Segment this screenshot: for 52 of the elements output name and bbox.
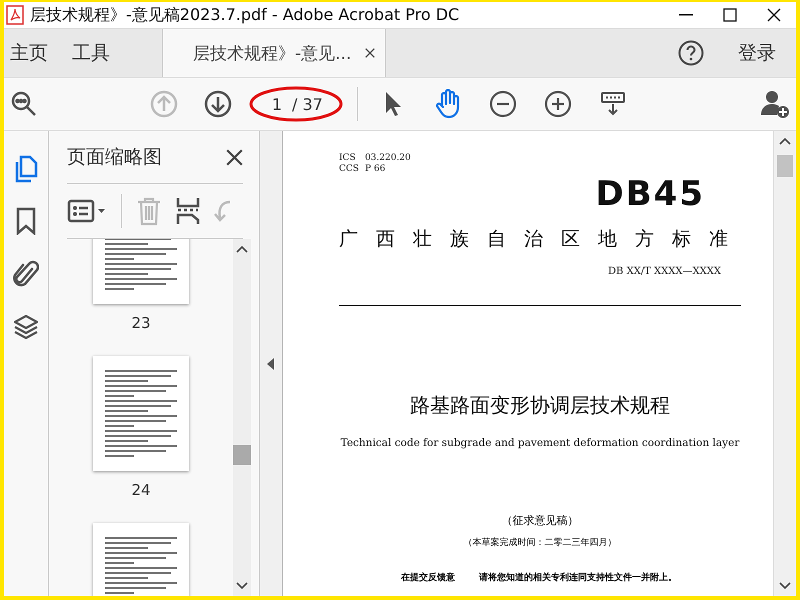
next-page-icon[interactable] <box>204 90 232 118</box>
ccs-code: P 66 <box>364 164 386 174</box>
scroll-down-icon[interactable] <box>236 582 248 590</box>
close-tab-icon[interactable] <box>365 48 376 58</box>
zoom-out-icon[interactable] <box>488 90 517 118</box>
scroll-up-icon[interactable] <box>779 137 791 145</box>
scroll-mode-icon[interactable] <box>598 90 627 118</box>
pages-icon[interactable] <box>13 155 39 183</box>
bookmark-icon[interactable] <box>15 207 37 235</box>
scroll-thumb[interactable] <box>777 155 793 177</box>
page-thumbnail[interactable] <box>93 356 189 471</box>
collapse-arrow-icon[interactable] <box>267 358 275 370</box>
note-text: 在提交反馈意 <box>401 571 455 584</box>
nav-tab[interactable]: 主页 <box>4 29 66 77</box>
draft-stage: （征求意见稿） <box>502 513 578 528</box>
page-number: 24 <box>131 481 151 499</box>
scroll-down-icon[interactable] <box>779 582 791 590</box>
draft-date: （本草案完成时间：二零二三年四月） <box>464 536 616 549</box>
standard-code: DB XX/T XXXX—XXXX <box>608 266 721 277</box>
ics-label: ICS <box>339 153 357 163</box>
nav-tab[interactable]: 工具 <box>66 29 128 77</box>
layers-icon[interactable] <box>12 313 40 341</box>
window-title: 层技术规程》-意见稿2023.7.pdf - Adobe Acrobat Pro DC <box>30 4 460 26</box>
issuer-heading: 广西壮族自治区地方标准 <box>339 227 741 252</box>
search-icon[interactable] <box>10 90 38 118</box>
page-number-field[interactable]: 1 <box>264 94 282 114</box>
help-icon[interactable] <box>678 40 704 66</box>
close-icon[interactable] <box>226 148 243 166</box>
options-icon[interactable] <box>67 198 107 224</box>
minimize-icon[interactable] <box>679 14 693 16</box>
hand-icon[interactable] <box>434 89 462 119</box>
panel-title: 页面缩略图 <box>67 145 162 170</box>
document-tab[interactable]: 层技术规程》-意见... <box>162 29 386 77</box>
scrollbar[interactable] <box>233 239 251 596</box>
page-number: 23 <box>131 314 151 332</box>
ccs-label: CCS <box>339 164 359 174</box>
standard-logo: DB45 <box>596 174 705 214</box>
add-user-icon[interactable] <box>760 89 790 119</box>
page-count: / 37 <box>292 94 323 114</box>
zoom-in-icon[interactable] <box>544 90 572 118</box>
sign-in-button[interactable]: 登录 <box>732 39 782 67</box>
document-title: 路基路面变形协调层技术规程 <box>410 392 670 419</box>
ics-code: 03.220.20 <box>364 153 411 163</box>
maximize-icon[interactable] <box>723 8 737 22</box>
extract-pages-icon[interactable] <box>176 196 200 226</box>
close-icon[interactable] <box>767 8 781 22</box>
paperclip-icon[interactable] <box>13 259 39 289</box>
english-title: Technical code for subgrade and pavement deformation coordination layer <box>340 437 740 449</box>
scrollbar[interactable] <box>773 131 796 596</box>
note-text: 请将您知道的相关专利连同支持性文件一并附上。 <box>479 571 677 584</box>
scroll-up-icon[interactable] <box>236 245 248 253</box>
scroll-thumb[interactable] <box>233 444 251 465</box>
